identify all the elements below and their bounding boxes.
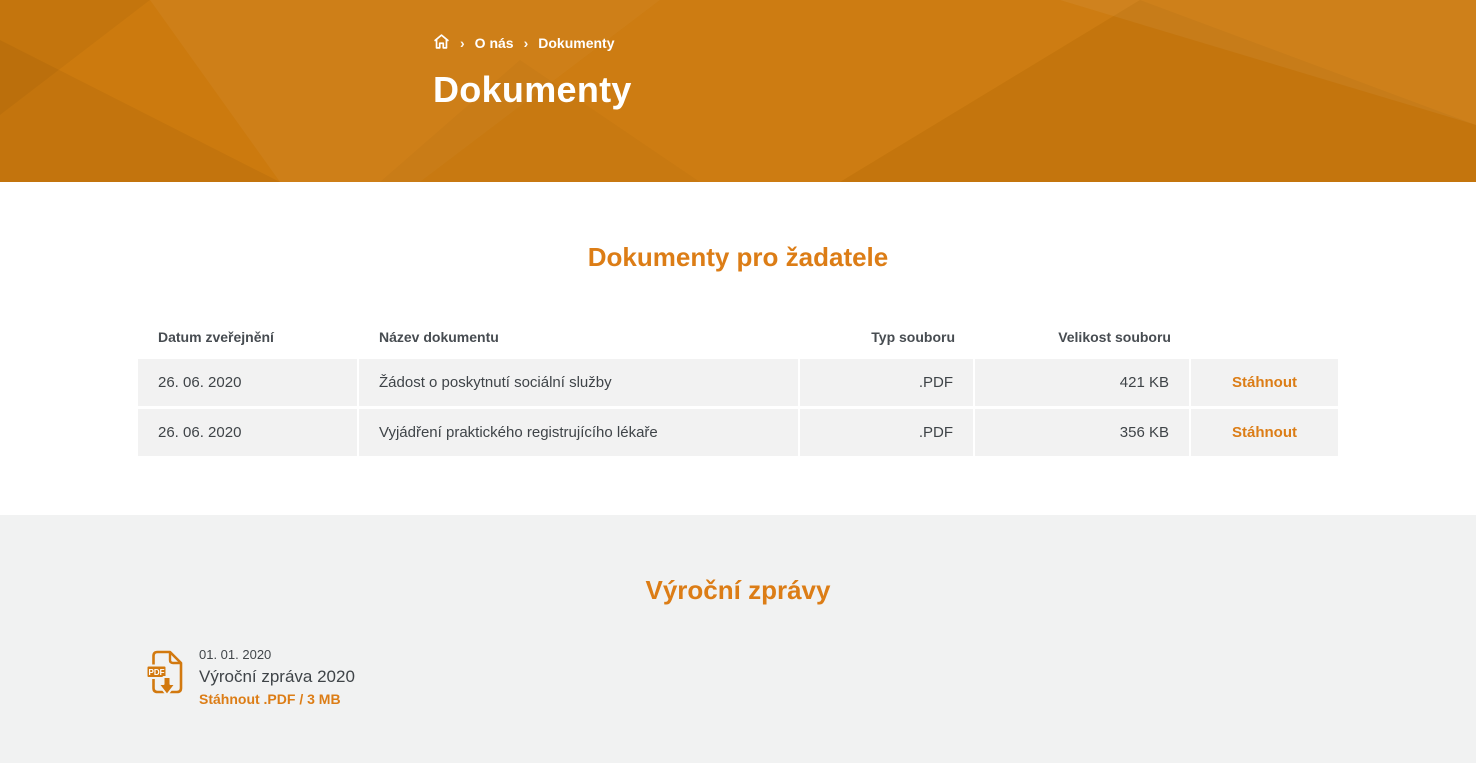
- breadcrumb: › O nás › Dokumenty: [433, 33, 1338, 53]
- home-icon: [433, 33, 450, 53]
- col-header-size: Velikost souboru: [975, 325, 1191, 349]
- table-row: 26. 06. 2020 Žádost o poskytnutí sociáln…: [138, 359, 1338, 406]
- col-header-action: [1191, 325, 1338, 349]
- cell-date: 26. 06. 2020: [138, 409, 359, 456]
- cell-date: 26. 06. 2020: [138, 359, 359, 406]
- breadcrumb-item-o-nas[interactable]: O nás: [475, 35, 514, 51]
- col-header-name: Název dokumentu: [359, 325, 800, 349]
- cell-type: .PDF: [800, 359, 975, 406]
- report-text-block: 01. 01. 2020 Výroční zpráva 2020 Stáhnou…: [199, 646, 355, 711]
- col-header-date: Datum zveřejnění: [138, 325, 359, 349]
- page-title: Dokumenty: [433, 69, 1338, 111]
- annual-reports-section: Výroční zprávy PDF 01. 01. 2020 Výroční …: [0, 515, 1476, 763]
- breadcrumb-home-link[interactable]: [433, 33, 450, 53]
- list-item: PDF 01. 01. 2020 Výroční zpráva 2020 Stá…: [138, 646, 1338, 711]
- breadcrumb-item-dokumenty: Dokumenty: [538, 35, 614, 51]
- table-header-row: Datum zveřejnění Název dokumentu Typ sou…: [138, 325, 1338, 349]
- cell-name: Vyjádření praktického registrujícího lék…: [359, 409, 800, 456]
- cell-size: 356 KB: [975, 409, 1191, 456]
- pdf-download-icon: PDF: [146, 648, 186, 703]
- documents-heading: Dokumenty pro žadatele: [138, 242, 1338, 273]
- cell-size: 421 KB: [975, 359, 1191, 406]
- report-date: 01. 01. 2020: [199, 646, 355, 665]
- banner-content: › O nás › Dokumenty Dokumenty: [138, 0, 1338, 111]
- breadcrumb-separator: ›: [524, 35, 529, 51]
- col-header-type: Typ souboru: [800, 325, 975, 349]
- documents-table: Datum zveřejnění Název dokumentu Typ sou…: [138, 325, 1338, 456]
- download-link[interactable]: Stáhnout: [1232, 374, 1297, 391]
- annual-reports-heading: Výroční zprávy: [138, 575, 1338, 606]
- pdf-badge-label: PDF: [149, 668, 165, 677]
- page-header-banner: › O nás › Dokumenty Dokumenty: [0, 0, 1476, 182]
- report-download-link[interactable]: Stáhnout .PDF / 3 MB: [199, 689, 341, 711]
- cell-type: .PDF: [800, 409, 975, 456]
- report-title: Výroční zpráva 2020: [199, 665, 355, 690]
- download-link[interactable]: Stáhnout: [1232, 424, 1297, 441]
- breadcrumb-separator: ›: [460, 35, 465, 51]
- cell-name: Žádost o poskytnutí sociální služby: [359, 359, 800, 406]
- documents-section: Dokumenty pro žadatele Datum zveřejnění …: [0, 182, 1476, 515]
- table-row: 26. 06. 2020 Vyjádření praktického regis…: [138, 409, 1338, 456]
